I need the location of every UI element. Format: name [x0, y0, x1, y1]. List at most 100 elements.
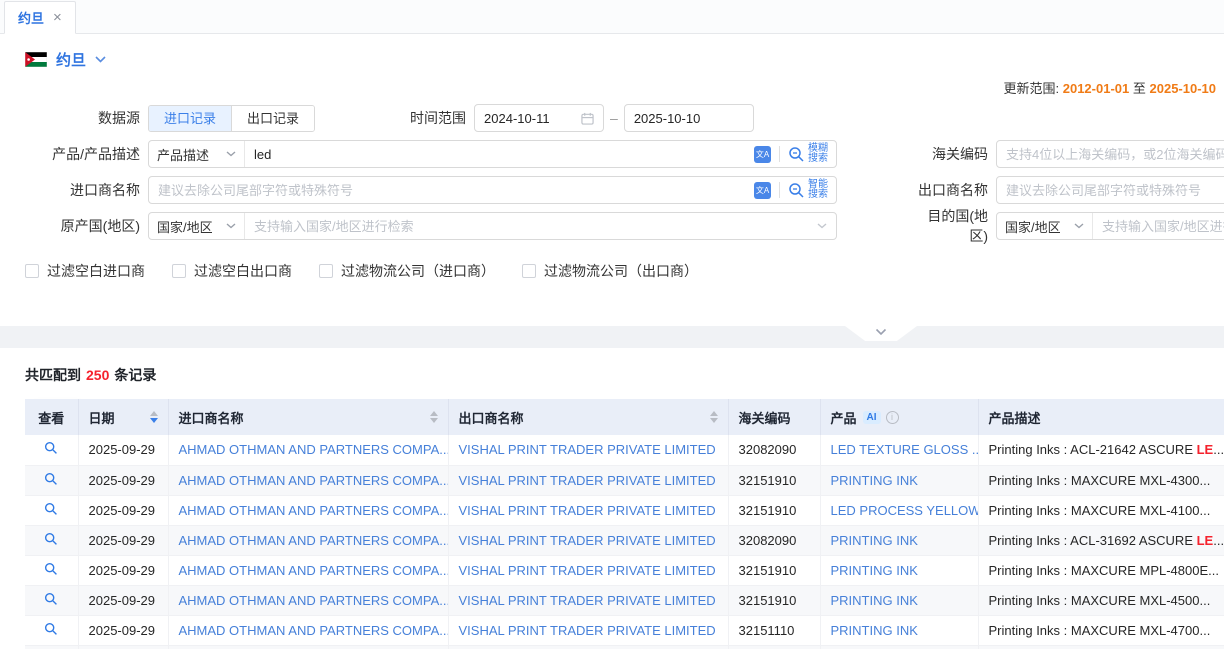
checkbox-filter-logistics-importer[interactable]: 过滤物流公司（进口商） — [319, 261, 495, 281]
hs-code-label: 海关编码 — [911, 144, 988, 164]
importer-link[interactable]: AHMAD OTHMAN AND PARTNERS COMPA... — [179, 442, 449, 457]
exporter-link[interactable]: VISHAL PRINT TRADER PRIVATE LIMITED — [459, 442, 716, 457]
destination-label: 目的国(地区) — [911, 206, 988, 246]
cell-hs-code: 32151110 — [728, 615, 820, 645]
cell-product: PRINTING INK — [820, 615, 978, 645]
checkbox-filter-blank-importer[interactable]: 过滤空白进口商 — [25, 261, 145, 281]
cell-product-desc: Printing Inks : MAXCURE MXL-4700... — [978, 615, 1224, 645]
cell-product: LED MONITOR — [820, 645, 978, 649]
view-cell — [25, 435, 78, 465]
info-icon[interactable]: i — [886, 411, 899, 424]
translate-icon[interactable]: 文A — [754, 146, 771, 163]
chevron-down-icon — [875, 328, 887, 336]
cell-importer: SAMSUNG ELECTRONICS CO LTD — [168, 645, 448, 649]
exporter-link[interactable]: VISHAL PRINT TRADER PRIVATE LIMITED — [459, 473, 716, 488]
product-link[interactable]: PRINTING INK — [831, 563, 918, 578]
product-search-input[interactable] — [245, 147, 754, 162]
search-icon — [788, 146, 805, 163]
cell-hs-code: 32151910 — [728, 495, 820, 525]
calendar-icon — [581, 112, 594, 125]
time-range-picker: 2024-10-11 – 2025-10-10 — [474, 104, 754, 132]
export-records-tab[interactable]: 出口记录 — [231, 106, 314, 131]
destination-country-input[interactable] — [1093, 219, 1224, 234]
product-link[interactable]: PRINTING INK — [831, 533, 918, 548]
view-record-button[interactable] — [44, 472, 58, 486]
importer-link[interactable]: AHMAD OTHMAN AND PARTNERS COMPA... — [179, 563, 449, 578]
view-record-button[interactable] — [44, 441, 58, 455]
tab-jordan[interactable]: 约旦 × — [4, 1, 76, 34]
importer-link[interactable]: AHMAD OTHMAN AND PARTNERS COMPA... — [179, 533, 449, 548]
data-source-label: 数据源 — [25, 108, 140, 128]
smart-search-button[interactable]: 智能搜索 — [788, 180, 836, 200]
view-cell — [25, 555, 78, 585]
fuzzy-search-button[interactable]: 模糊搜索 — [788, 144, 836, 164]
destination-country-select[interactable]: 国家/地区 — [997, 213, 1093, 239]
view-record-button[interactable] — [44, 592, 58, 606]
importer-link[interactable]: AHMAD OTHMAN AND PARTNERS COMPA... — [179, 503, 449, 518]
view-record-button[interactable] — [44, 532, 58, 546]
checkbox-icon — [319, 264, 333, 278]
origin-country-select[interactable]: 国家/地区 — [149, 213, 245, 239]
table-row: 2025-09-29AHMAD OTHMAN AND PARTNERS COMP… — [25, 495, 1224, 525]
results-table: 查看 日期 进口商名称 出口商名称 海关编码 产品 AI — [25, 399, 1224, 649]
filter-panel: 更新范围: 2012-01-01 至 2025-10-10 数据源 进口记录 出… — [0, 78, 1224, 326]
update-range-to: 2025-10-10 — [1150, 81, 1217, 96]
view-cell — [25, 465, 78, 495]
time-range-label: 时间范围 — [389, 108, 466, 128]
cell-importer: AHMAD OTHMAN AND PARTNERS COMPA... — [168, 495, 448, 525]
view-cell — [25, 585, 78, 615]
importer-name-input[interactable] — [149, 183, 754, 198]
translate-icon[interactable]: 文A — [754, 182, 771, 199]
view-record-button[interactable] — [44, 622, 58, 636]
checkbox-filter-logistics-exporter[interactable]: 过滤物流公司（出口商） — [522, 261, 698, 281]
product-link[interactable]: PRINTING INK — [831, 473, 918, 488]
chevron-down-icon — [1074, 223, 1084, 229]
country-name: 约旦 — [56, 49, 86, 70]
importer-link[interactable]: AHMAD OTHMAN AND PARTNERS COMPA... — [179, 593, 449, 608]
exporter-link[interactable]: VISHAL PRINT TRADER PRIVATE LIMITED — [459, 593, 716, 608]
view-record-button[interactable] — [44, 502, 58, 516]
importer-search-group: 文A 智能搜索 — [148, 176, 837, 204]
cell-product: PRINTING INK — [820, 525, 978, 555]
tab-close-icon[interactable]: × — [53, 9, 62, 26]
record-count: 250 — [86, 367, 109, 383]
sort-exporter-control[interactable] — [710, 411, 718, 423]
checkbox-icon — [522, 264, 536, 278]
cell-product: PRINTING INK — [820, 585, 978, 615]
data-source-toggle: 进口记录 出口记录 — [148, 105, 315, 132]
exporter-link[interactable]: VISHAL PRINT TRADER PRIVATE LIMITED — [459, 503, 716, 518]
product-link[interactable]: PRINTING INK — [831, 623, 918, 638]
sort-importer-control[interactable] — [430, 411, 438, 423]
sort-date-control[interactable] — [150, 411, 158, 423]
importer-link[interactable]: AHMAD OTHMAN AND PARTNERS COMPA... — [179, 473, 449, 488]
product-link[interactable]: PRINTING INK — [831, 593, 918, 608]
import-records-tab[interactable]: 进口记录 — [149, 106, 231, 131]
table-row: 2025-09-29AHMAD OTHMAN AND PARTNERS COMP… — [25, 585, 1224, 615]
date-to-input[interactable]: 2025-10-10 — [624, 104, 754, 132]
exporter-name-input[interactable] — [996, 176, 1224, 204]
checkbox-filter-blank-exporter[interactable]: 过滤空白出口商 — [172, 261, 292, 281]
date-separator: – — [610, 110, 618, 126]
country-selector[interactable]: 约旦 — [0, 34, 1224, 78]
table-row: 2025-09-13SAMSUNG ELECTRONICS CO LTDCÔNG… — [25, 645, 1224, 649]
hs-code-input[interactable] — [996, 140, 1224, 168]
importer-link[interactable]: AHMAD OTHMAN AND PARTNERS COMPA... — [179, 623, 449, 638]
origin-country-input[interactable] — [245, 219, 817, 234]
date-from-input[interactable]: 2024-10-11 — [474, 104, 604, 132]
collapse-filters-handle[interactable] — [845, 326, 917, 341]
chevron-down-icon — [226, 151, 236, 157]
update-range-from: 2012-01-01 — [1063, 81, 1130, 96]
product-link[interactable]: LED TEXTURE GLOSS ... — [831, 442, 979, 457]
cell-product-desc: Printing Inks : MAXCURE MXL-4100... — [978, 495, 1224, 525]
cell-hs-code: 32151910 — [728, 465, 820, 495]
exporter-link[interactable]: VISHAL PRINT TRADER PRIVATE LIMITED — [459, 623, 716, 638]
importer-label: 进口商名称 — [25, 180, 140, 200]
exporter-link[interactable]: VISHAL PRINT TRADER PRIVATE LIMITED — [459, 563, 716, 578]
cell-date: 2025-09-13 — [78, 645, 168, 649]
product-link[interactable]: LED PROCESS YELLOW... — [831, 503, 979, 518]
cell-product-desc: Printing Inks : MAXCURE MPL-4800E... — [978, 555, 1224, 585]
exporter-link[interactable]: VISHAL PRINT TRADER PRIVATE LIMITED — [459, 533, 716, 548]
row-importer: 进口商名称 文A 智能搜索 出口商名称 — [0, 176, 1224, 204]
product-type-select[interactable]: 产品描述 — [149, 141, 245, 167]
view-record-button[interactable] — [44, 562, 58, 576]
